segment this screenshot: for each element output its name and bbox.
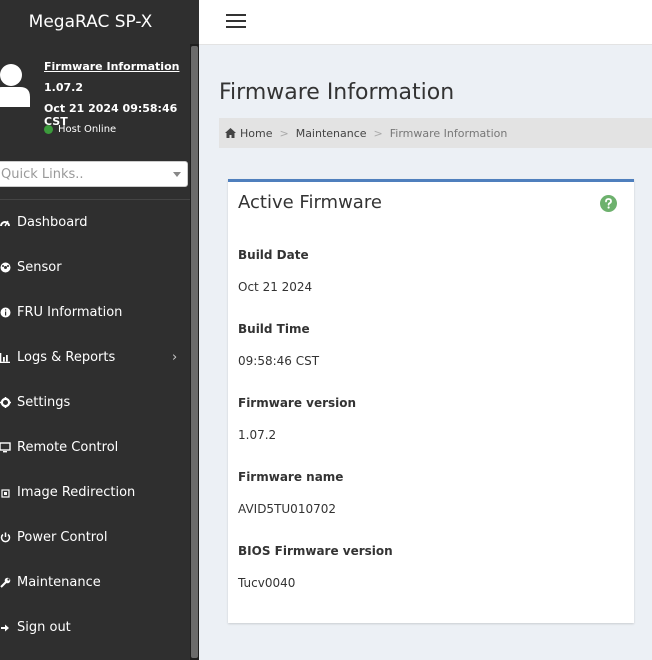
sidebar-item-logs-reports[interactable]: Logs & Reports › (0, 335, 190, 380)
sidebar-item-label: Image Redirection (17, 485, 136, 500)
sidebar-item-sensor[interactable]: Sensor (0, 245, 190, 290)
sidebar-item-label: Sensor (17, 260, 62, 275)
build-date-label: Build Date (238, 248, 309, 262)
sidebar-item-label: Sign out (17, 620, 71, 635)
sidebar-item-label: Maintenance (17, 575, 101, 590)
chevron-right-icon: › (172, 350, 178, 365)
build-date-value: Oct 21 2024 (238, 280, 313, 294)
hamburger-menu-icon[interactable] (226, 13, 246, 29)
sidebar-item-label: Power Control (17, 530, 108, 545)
quick-links-placeholder: Quick Links.. (1, 166, 84, 182)
firmware-name-value: AVID5TU010702 (238, 502, 336, 516)
breadcrumb-separator: > (373, 126, 383, 140)
breadcrumb-separator: > (279, 126, 289, 140)
sidebar-nav: Dashboard Sensor FRU Information Logs & … (0, 200, 190, 650)
sidebar-item-label: Settings (17, 395, 71, 410)
user-avatar-icon (0, 64, 30, 107)
sidebar-item-dashboard[interactable]: Dashboard (0, 200, 190, 245)
breadcrumb-maintenance[interactable]: Maintenance (296, 127, 367, 140)
bios-firmware-version-value: Tucv0040 (238, 576, 296, 590)
fru-icon (0, 307, 12, 318)
sidebar-item-label: Dashboard (17, 215, 88, 230)
firmware-information-link[interactable]: Firmware Information (44, 60, 179, 73)
sidebar: MegaRAC SP-X Firmware Information 1.07.2… (0, 0, 199, 660)
active-firmware-panel: Active Firmware Build Date Oct 21 2024 B… (228, 179, 634, 623)
sidebar-item-remote-control[interactable]: Remote Control (0, 425, 190, 470)
gear-icon (0, 397, 12, 408)
bar-chart-icon (0, 352, 12, 363)
monitor-icon (0, 442, 12, 453)
scrollbar-thumb[interactable] (191, 46, 198, 658)
breadcrumb-home[interactable]: Home (225, 127, 272, 140)
host-status: Host Online (44, 124, 116, 135)
wrench-icon (0, 577, 12, 588)
app-title: MegaRAC SP-X (0, 0, 199, 44)
host-status-label: Host Online (58, 124, 117, 135)
sign-out-icon (0, 623, 12, 633)
sidebar-item-maintenance[interactable]: Maintenance (0, 560, 190, 605)
sensor-icon (0, 262, 12, 273)
help-icon[interactable] (600, 195, 617, 212)
caret-down-icon (173, 172, 181, 177)
breadcrumb-home-label: Home (240, 126, 273, 140)
power-icon (0, 532, 12, 543)
sidebar-item-fru-information[interactable]: FRU Information (0, 290, 190, 335)
build-time-value: 09:58:46 CST (238, 354, 320, 368)
breadcrumb: Home > Maintenance > Firmware Informatio… (219, 118, 652, 148)
bios-firmware-version-label: BIOS Firmware version (238, 544, 393, 558)
build-time-label: Build Time (238, 322, 310, 336)
dashboard-icon (0, 218, 12, 228)
user-panel: Firmware Information 1.07.2 Oct 21 2024 … (0, 56, 190, 146)
sidebar-item-label: Logs & Reports (17, 350, 116, 365)
firmware-version-value: 1.07.2 (238, 428, 277, 442)
status-dot-icon (44, 125, 53, 134)
sidebar-item-label: FRU Information (17, 305, 123, 320)
sidebar-item-label: Remote Control (17, 440, 119, 455)
home-icon (225, 128, 236, 138)
top-header (199, 0, 652, 45)
page-title: Firmware Information (219, 80, 455, 105)
firmware-version-label: Firmware version (238, 396, 357, 410)
firmware-name-label: Firmware name (238, 470, 344, 484)
sidebar-item-settings[interactable]: Settings (0, 380, 190, 425)
quick-links-select[interactable]: Quick Links.. (0, 161, 188, 187)
sidebar-item-power-control[interactable]: Power Control (0, 515, 190, 560)
sidebar-item-image-redirection[interactable]: Image Redirection (0, 470, 190, 515)
breadcrumb-current: Firmware Information (389, 126, 508, 140)
sidebar-item-sign-out[interactable]: Sign out (0, 605, 190, 650)
panel-title: Active Firmware (238, 192, 382, 213)
sidebar-scrollbar[interactable] (190, 44, 199, 660)
firmware-version-text: 1.07.2 (44, 81, 83, 94)
image-redirection-icon (0, 488, 12, 498)
